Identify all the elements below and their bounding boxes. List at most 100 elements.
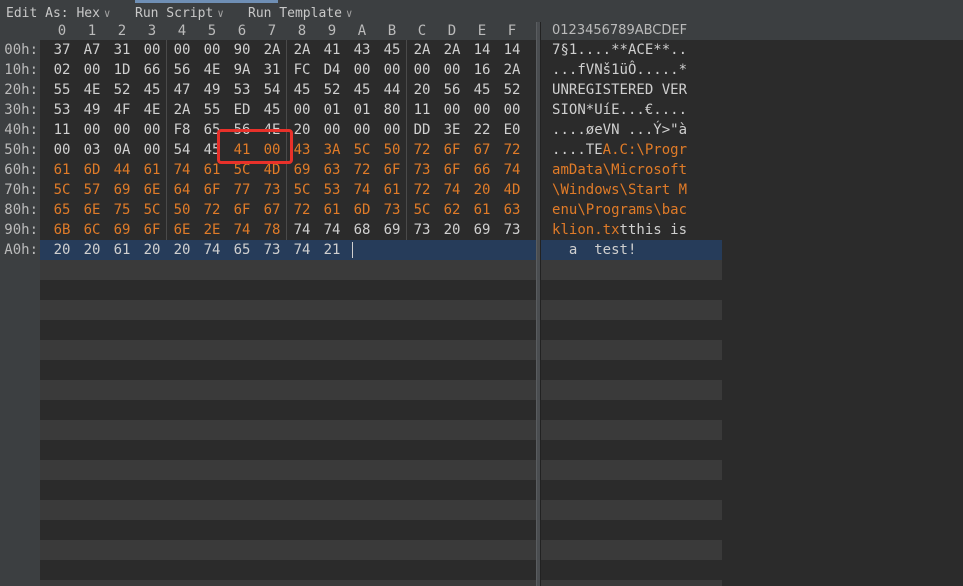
hex-byte[interactable]: 6E: [77, 200, 107, 220]
hex-byte[interactable]: 6B: [47, 220, 77, 240]
hex-byte[interactable]: 00: [77, 120, 107, 140]
hex-byte[interactable]: 52: [317, 80, 347, 100]
hex-byte[interactable]: 6F: [437, 160, 467, 180]
hex-byte[interactable]: 54: [257, 80, 287, 100]
hex-byte[interactable]: 72: [407, 180, 437, 200]
hex-byte[interactable]: 2A: [437, 40, 467, 60]
hex-byte[interactable]: 00: [347, 60, 377, 80]
hex-byte[interactable]: 45: [347, 80, 377, 100]
hex-byte[interactable]: 50: [377, 140, 407, 160]
hex-byte[interactable]: 9A: [227, 60, 257, 80]
hex-byte[interactable]: 6D: [347, 200, 377, 220]
hex-byte[interactable]: 61: [317, 200, 347, 220]
ascii-text-row[interactable]: ...fVNš1üÔ.....*: [552, 60, 687, 80]
hex-byte[interactable]: 77: [227, 180, 257, 200]
hex-byte[interactable]: 03: [77, 140, 107, 160]
hex-byte[interactable]: 5C: [47, 180, 77, 200]
hex-byte[interactable]: ED: [227, 100, 257, 120]
hex-byte[interactable]: 54: [167, 140, 197, 160]
hex-byte[interactable]: 16: [467, 60, 497, 80]
hex-byte[interactable]: 65: [47, 200, 77, 220]
hex-byte[interactable]: 69: [377, 220, 407, 240]
hex-byte[interactable]: 6E: [167, 220, 197, 240]
hex-byte[interactable]: 61: [377, 180, 407, 200]
hex-byte[interactable]: 00: [197, 40, 227, 60]
run-template-menu[interactable]: Run Template ∨: [248, 6, 353, 22]
hex-byte[interactable]: F8: [167, 120, 197, 140]
hex-byte[interactable]: 55: [197, 100, 227, 120]
hex-byte[interactable]: 00: [437, 100, 467, 120]
hex-pane[interactable]: 37 A7 31 00 00 00 90 2A 2A 41 43 45 2A 2A 14 14 02 00 1D 66…: [40, 40, 536, 586]
hex-byte[interactable]: 53: [47, 100, 77, 120]
hex-byte[interactable]: 72: [497, 140, 527, 160]
hex-byte[interactable]: E0: [497, 120, 527, 140]
ascii-text-row[interactable]: amData\Microsoft: [552, 160, 687, 180]
ascii-text-row[interactable]: UNREGISTERED VER: [552, 80, 687, 100]
hex-byte[interactable]: 45: [137, 80, 167, 100]
hex-byte[interactable]: 74: [167, 160, 197, 180]
hex-byte[interactable]: 61: [137, 160, 167, 180]
hex-byte[interactable]: 00: [377, 120, 407, 140]
hex-byte[interactable]: 31: [107, 40, 137, 60]
hex-byte[interactable]: 22: [467, 120, 497, 140]
hex-byte[interactable]: 74: [227, 220, 257, 240]
hex-byte[interactable]: 63: [497, 200, 527, 220]
hex-byte[interactable]: 73: [257, 180, 287, 200]
hex-byte[interactable]: 69: [107, 180, 137, 200]
hex-byte[interactable]: 37: [47, 40, 77, 60]
hex-byte[interactable]: 02: [47, 60, 77, 80]
hex-byte[interactable]: 65: [227, 240, 257, 260]
hex-byte[interactable]: 4F: [107, 100, 137, 120]
hex-byte[interactable]: 67: [467, 140, 497, 160]
hex-byte[interactable]: 14: [467, 40, 497, 60]
hex-byte[interactable]: 00: [497, 100, 527, 120]
hex-byte[interactable]: 74: [497, 160, 527, 180]
hex-byte[interactable]: 3A: [317, 140, 347, 160]
hex-byte[interactable]: 2E: [197, 220, 227, 240]
hex-byte[interactable]: 00: [287, 100, 317, 120]
hex-byte[interactable]: 2A: [257, 40, 287, 60]
hex-byte[interactable]: 0A: [107, 140, 137, 160]
hex-byte[interactable]: 63: [317, 160, 347, 180]
hex-byte[interactable]: 2A: [497, 60, 527, 80]
hex-byte[interactable]: 1D: [107, 60, 137, 80]
hex-byte[interactable]: 49: [197, 80, 227, 100]
hex-byte[interactable]: 4D: [497, 180, 527, 200]
hex-byte[interactable]: 50: [167, 200, 197, 220]
hex-byte[interactable]: 00: [47, 140, 77, 160]
hex-byte[interactable]: 45: [287, 80, 317, 100]
hex-byte[interactable]: 74: [347, 180, 377, 200]
hex-byte[interactable]: 20: [437, 220, 467, 240]
hex-byte[interactable]: 6F: [377, 160, 407, 180]
hex-byte[interactable]: 52: [107, 80, 137, 100]
ascii-text-row[interactable]: 7§1....**ACE**..: [552, 40, 687, 60]
hex-byte[interactable]: 72: [347, 160, 377, 180]
hex-byte[interactable]: 5C: [407, 200, 437, 220]
hex-byte[interactable]: 73: [407, 220, 437, 240]
hex-byte[interactable]: 44: [377, 80, 407, 100]
hex-byte[interactable]: 72: [197, 200, 227, 220]
hex-byte[interactable]: 44: [107, 160, 137, 180]
hex-byte[interactable]: 2A: [287, 40, 317, 60]
hex-byte[interactable]: 68: [347, 220, 377, 240]
ascii-text-row[interactable]: \Windows\Start M: [552, 180, 687, 200]
hex-byte[interactable]: 73: [377, 200, 407, 220]
ascii-text-row[interactable]: klion.txtthis is: [552, 220, 687, 240]
ascii-text-row[interactable]: a test!: [552, 240, 637, 260]
hex-byte[interactable]: 62: [437, 200, 467, 220]
hex-byte[interactable]: DD: [407, 120, 437, 140]
run-script-menu[interactable]: Run Script ∨: [135, 6, 224, 22]
hex-byte[interactable]: 75: [107, 200, 137, 220]
hex-byte[interactable]: 00: [377, 60, 407, 80]
hex-byte[interactable]: 20: [467, 180, 497, 200]
hex-byte[interactable]: 00: [137, 140, 167, 160]
hex-byte[interactable]: 4E: [137, 100, 167, 120]
hex-byte[interactable]: 56: [167, 60, 197, 80]
hex-byte[interactable]: 57: [77, 180, 107, 200]
ascii-pane[interactable]: 7§1....**ACE**.. ...fVNš1üÔ.....* UNREGIST…: [541, 40, 722, 586]
hex-byte[interactable]: 80: [377, 100, 407, 120]
hex-byte[interactable]: 01: [347, 100, 377, 120]
hex-byte[interactable]: 73: [257, 240, 287, 260]
hex-byte[interactable]: 21: [317, 240, 347, 260]
hex-byte[interactable]: 00: [167, 40, 197, 60]
